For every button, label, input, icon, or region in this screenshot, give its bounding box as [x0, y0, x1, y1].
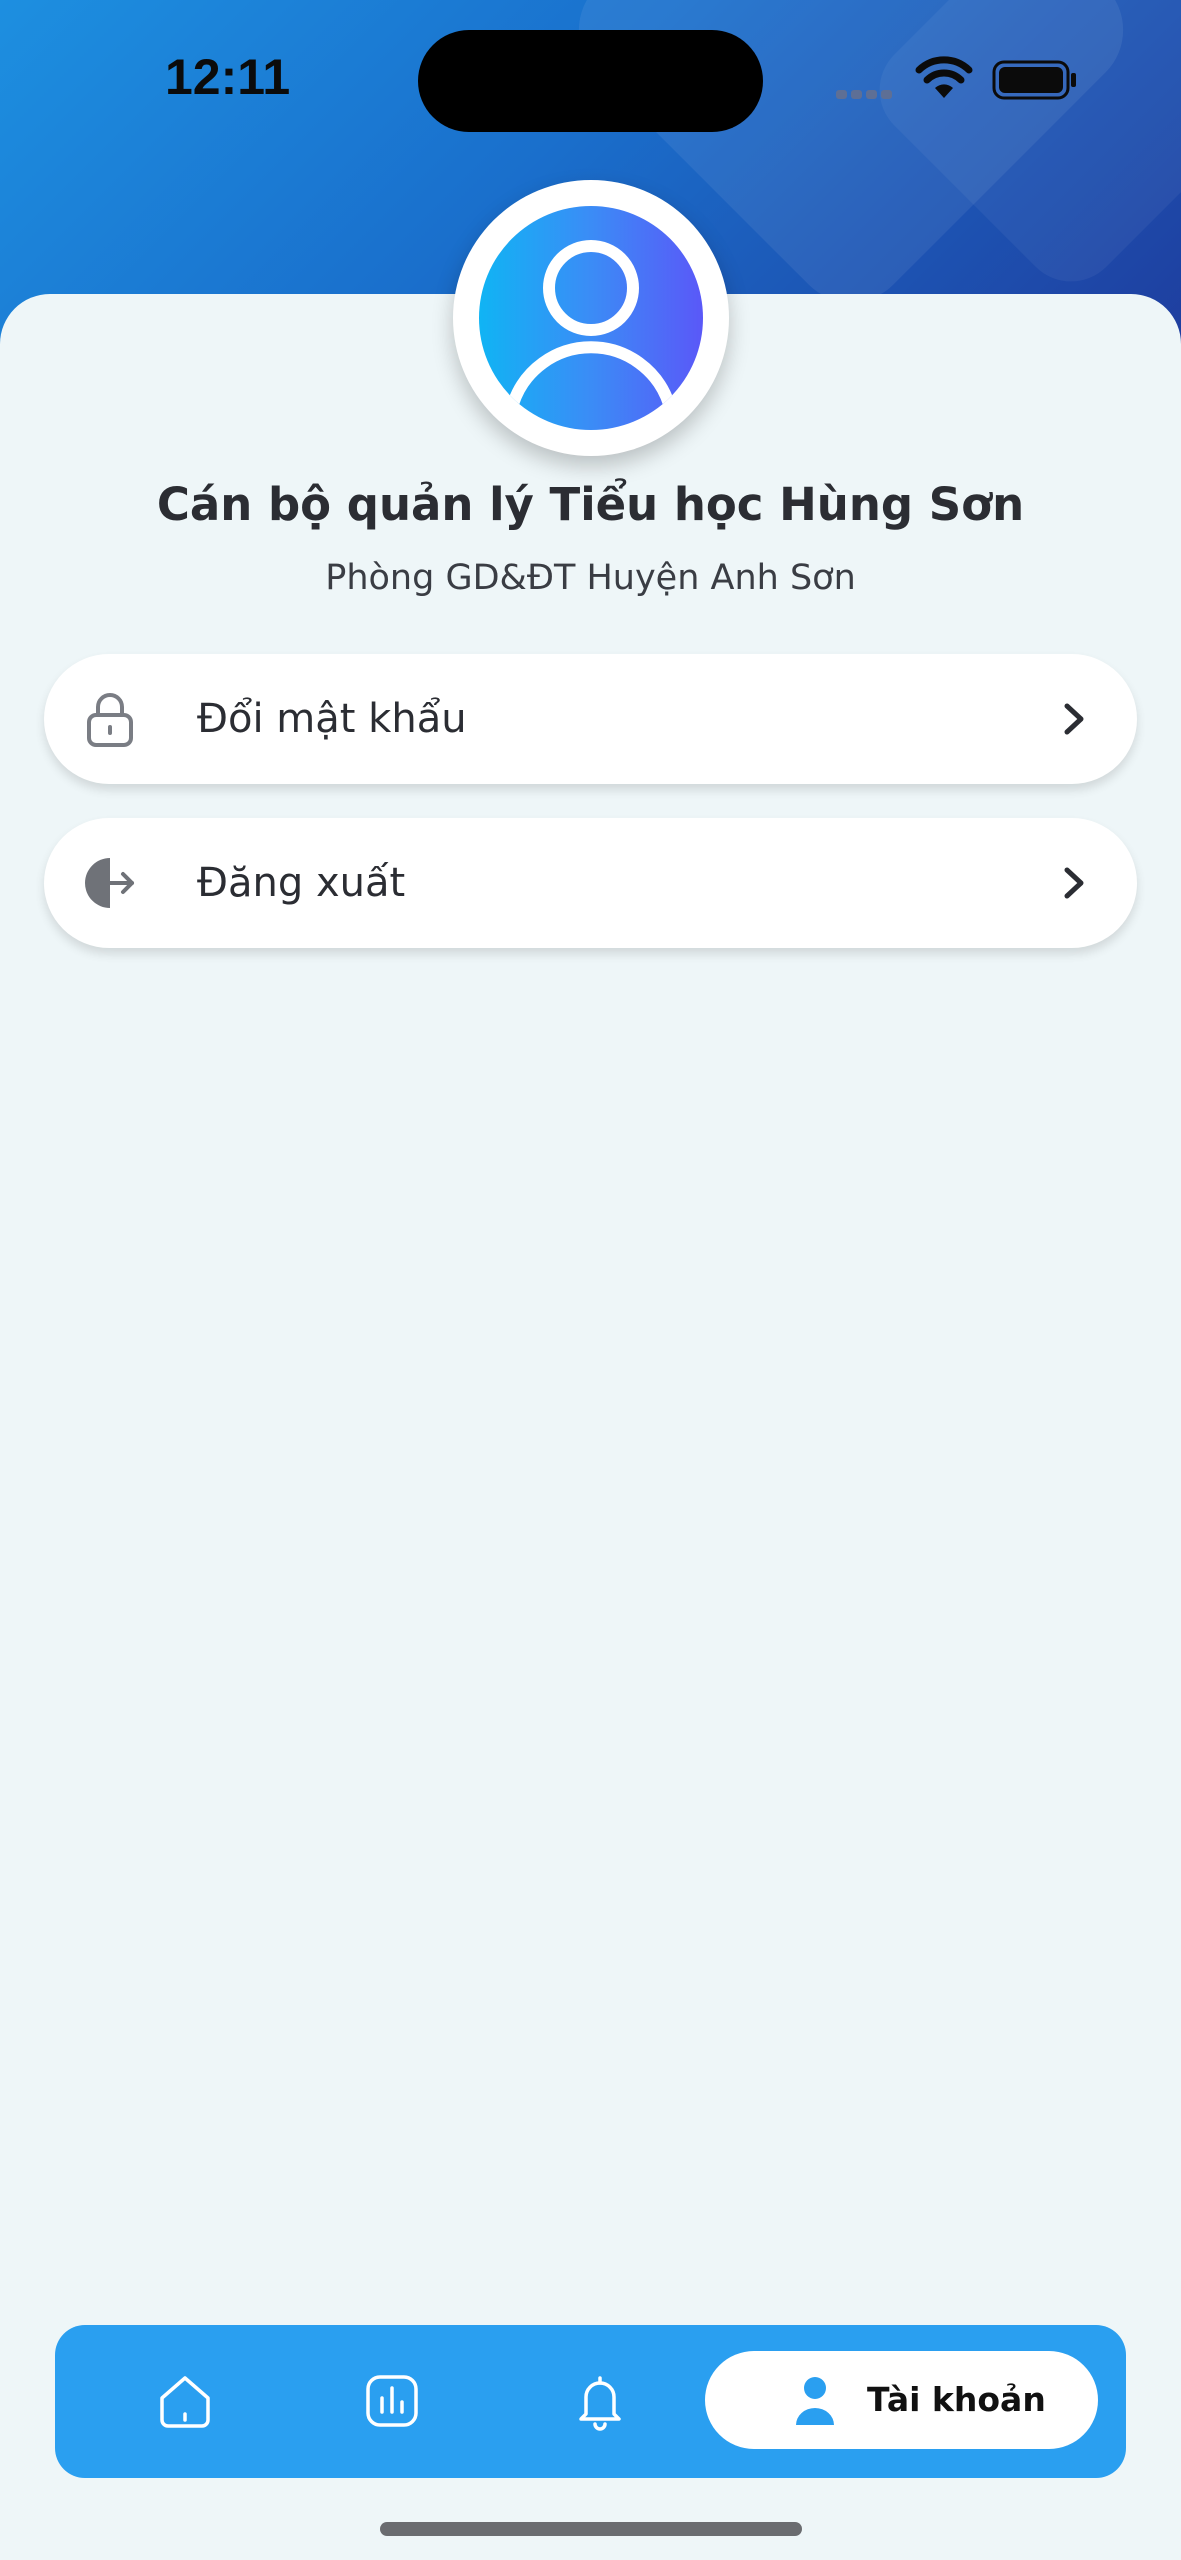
content-sheet: [0, 294, 1181, 2560]
profile-organization: Phòng GD&ĐT Huyện Anh Sơn: [325, 558, 856, 598]
home-indicator[interactable]: [380, 2522, 802, 2536]
avatar-image: [479, 206, 703, 430]
user-silhouette-icon: [507, 240, 675, 406]
user-icon: [796, 2377, 834, 2425]
profile-name: Cán bộ quản lý Tiểu học Hùng Sơn: [156, 478, 1025, 531]
logout-icon: [85, 858, 134, 908]
bottom-navigation: Tài khoản: [55, 2325, 1126, 2478]
status-time: 12:11: [165, 49, 291, 105]
battery-icon: [992, 60, 1076, 100]
logout-label: Đăng xuất: [197, 860, 406, 906]
lock-icon: [87, 693, 133, 747]
change-password-label: Đổi mật khẩu: [197, 696, 467, 742]
dynamic-island: [418, 30, 763, 132]
status-bar: 12:11: [0, 0, 1181, 160]
tab-account[interactable]: Tài khoản: [705, 2351, 1098, 2449]
chevron-right-icon: [1064, 867, 1084, 899]
wifi-icon: [915, 56, 973, 98]
logout-button[interactable]: Đăng xuất: [44, 818, 1137, 948]
chart-icon[interactable]: [361, 2370, 423, 2432]
cellular-signal-icon: [836, 84, 896, 103]
chevron-right-icon: [1064, 703, 1084, 735]
bell-icon[interactable]: [569, 2370, 631, 2432]
avatar[interactable]: [453, 180, 729, 456]
change-password-button[interactable]: Đổi mật khẩu: [44, 654, 1137, 784]
tab-account-label: Tài khoản: [867, 2380, 1046, 2419]
home-icon[interactable]: [154, 2370, 216, 2432]
